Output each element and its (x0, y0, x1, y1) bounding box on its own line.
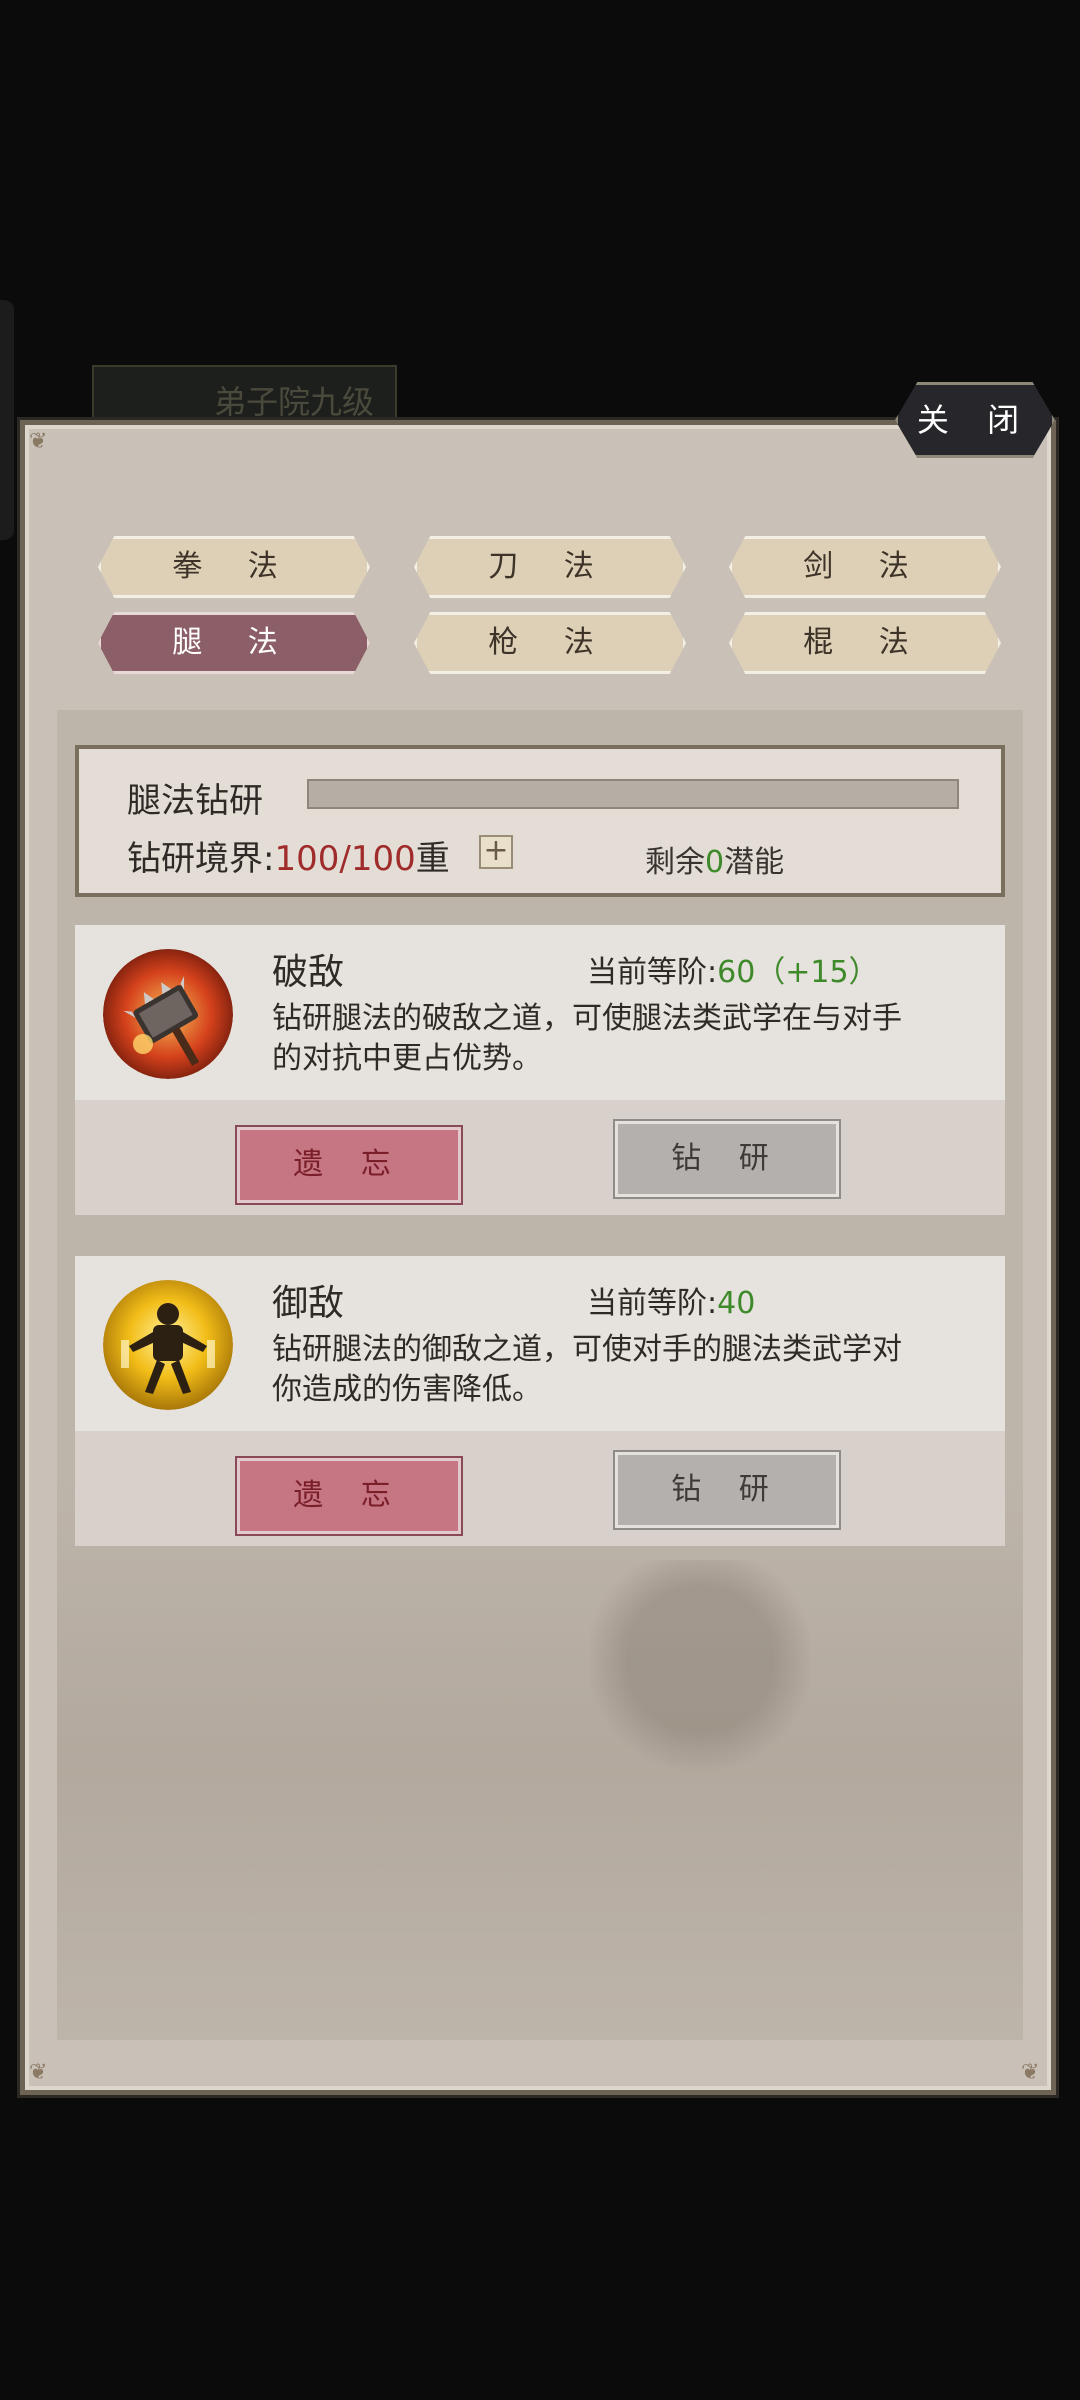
remaining-potential: 剩余0潜能 (645, 837, 784, 881)
ink-painting-background (57, 1480, 1023, 2040)
corner-ornament-icon: ❦ (29, 2060, 48, 2085)
wanderer-silhouette-icon (590, 1560, 810, 1780)
realm-value: 100/100 (274, 839, 416, 879)
tier-value: 40 (717, 1286, 756, 1321)
tab-fist[interactable]: 拳 法 (98, 536, 370, 598)
tier-label: 当前等阶: (587, 1286, 718, 1321)
tab-sword[interactable]: 剑 法 (729, 536, 1001, 598)
close-button[interactable]: 关 闭 (895, 382, 1055, 458)
study-button[interactable]: 钻 研 (613, 1119, 841, 1199)
research-realm: 钻研境界:100/100重 (127, 831, 450, 880)
broken-weapon-icon (103, 949, 233, 1079)
tier-value: 60（+15） (717, 955, 879, 990)
research-status-box: 腿法钻研 钻研境界:100/100重 + 剩余0潜能 (75, 745, 1005, 897)
skill-card: 破敌 当前等阶:60（+15） 钻研腿法的破敌之道，可使腿法类武学在与对手的对抗… (75, 925, 1005, 1215)
defending-fighter-icon (103, 1280, 233, 1410)
skill-description: 钻研腿法的御敌之道，可使对手的腿法类武学对你造成的伤害降低。 (272, 1332, 902, 1407)
skill-description: 钻研腿法的破敌之道，可使腿法类武学在与对手的对抗中更占优势。 (272, 1001, 902, 1076)
add-realm-button[interactable]: + (479, 835, 513, 869)
tab-leg[interactable]: 腿 法 (98, 612, 370, 674)
skill-tier: 当前等阶:60（+15） (587, 947, 879, 991)
tab-blade[interactable]: 刀 法 (414, 536, 686, 598)
skill-card-actions (75, 1100, 1005, 1215)
skill-card-header: 御敌 当前等阶:40 钻研腿法的御敌之道，可使对手的腿法类武学对你造成的伤害降低… (75, 1256, 1005, 1431)
corner-ornament-icon: ❦ (29, 429, 48, 454)
remain-prefix: 剩余 (645, 845, 705, 880)
tier-label: 当前等阶: (587, 955, 718, 990)
tab-spear[interactable]: 枪 法 (414, 612, 686, 674)
remain-value: 0 (705, 845, 725, 880)
study-button[interactable]: 钻 研 (613, 1450, 841, 1530)
skill-card: 御敌 当前等阶:40 钻研腿法的御敌之道，可使对手的腿法类武学对你造成的伤害降低… (75, 1256, 1005, 1546)
forget-button[interactable]: 遗 忘 (235, 1125, 463, 1205)
research-title: 腿法钻研 (127, 781, 263, 821)
realm-unit: 重 (415, 839, 450, 879)
background-rank-label: 弟子院九级 (92, 365, 397, 427)
skill-name: 御敌 (272, 1283, 345, 1324)
tab-staff[interactable]: 棍 法 (729, 612, 1001, 674)
forget-button[interactable]: 遗 忘 (235, 1456, 463, 1536)
skill-tier: 当前等阶:40 (587, 1278, 755, 1322)
corner-ornament-icon: ❦ (1021, 2060, 1040, 2085)
realm-label: 钻研境界: (127, 839, 275, 879)
skill-card-actions (75, 1431, 1005, 1546)
research-progress-bar (307, 779, 959, 809)
background-edge (0, 300, 14, 540)
remain-suffix: 潜能 (724, 845, 785, 880)
skill-name: 破敌 (272, 952, 345, 993)
skill-card-header: 破敌 当前等阶:60（+15） 钻研腿法的破敌之道，可使腿法类武学在与对手的对抗… (75, 925, 1005, 1100)
